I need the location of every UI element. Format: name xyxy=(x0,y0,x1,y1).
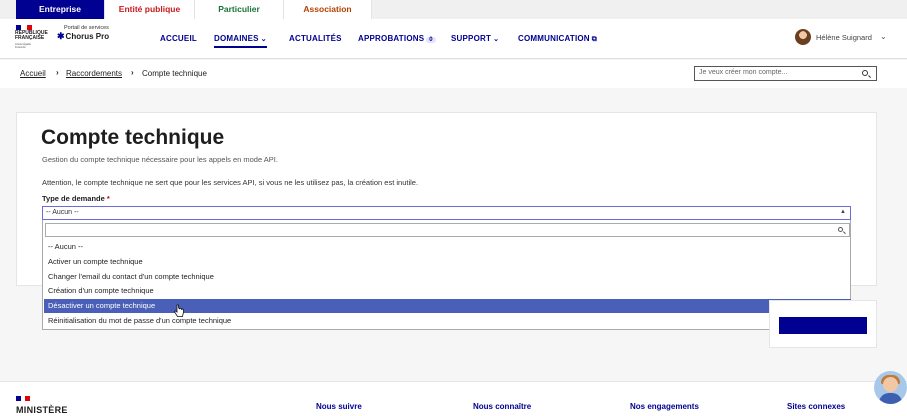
select-current-value: -- Aucun -- xyxy=(46,209,79,216)
footer-nous-suivre[interactable]: Nous suivre xyxy=(316,402,362,411)
nav-approbations-label: APPROBATIONS xyxy=(358,34,425,43)
hand-cursor-icon xyxy=(173,304,184,317)
caret-down-icon: ▲ xyxy=(840,209,846,215)
marianne-flag-icon xyxy=(16,396,31,401)
portal-name-text: Chorus Pro xyxy=(65,32,110,41)
ministry-logo-text: MINISTÈRE xyxy=(16,405,68,415)
nav-domaines-label: DOMAINES xyxy=(214,34,259,43)
page-subtitle: Gestion du compte technique nécessaire p… xyxy=(42,155,278,164)
dropdown-option[interactable]: Changer l'email du contact d'un compte t… xyxy=(44,270,851,284)
tab-entreprise[interactable]: Entreprise xyxy=(16,0,105,19)
required-mark: * xyxy=(106,194,110,203)
nav-approbations[interactable]: APPROBATIONS 0 xyxy=(358,34,436,43)
type-demande-select[interactable]: -- Aucun -- ▲ xyxy=(42,206,851,220)
nav-domaines[interactable]: DOMAINES ⌄ xyxy=(214,34,267,48)
breadcrumb-raccordements[interactable]: Raccordements xyxy=(66,69,122,78)
republique-motto: Liberté Égalité Fraternité xyxy=(15,43,31,49)
portal-name[interactable]: ✱Chorus Pro xyxy=(57,31,109,42)
audience-tabs: Entreprise Entité publique Particulier A… xyxy=(0,0,907,19)
dropdown-option[interactable]: Réinitialisation du mot de passe d'un co… xyxy=(44,314,851,328)
footer-nous-connaitre[interactable]: Nous connaître xyxy=(473,402,531,411)
submit-button[interactable] xyxy=(779,317,867,334)
warning-text: Attention, le compte technique ne sert q… xyxy=(42,178,419,187)
nav-communication-label: COMMUNICATION xyxy=(518,34,590,43)
search-input[interactable]: Je veux créer mon compte... xyxy=(694,66,877,81)
user-name[interactable]: Hélène Suignard xyxy=(816,33,872,42)
dropdown-option-highlighted[interactable]: Désactiver un compte technique xyxy=(44,299,851,313)
type-demande-label-text: Type de demande xyxy=(42,194,105,203)
chevron-right-icon: › xyxy=(131,68,134,77)
breadcrumb: Accueil › Raccordements › Compte techniq… xyxy=(0,60,907,88)
tab-association[interactable]: Association xyxy=(284,0,372,19)
republique-logo-text[interactable]: RÉPUBLIQUE FRANÇAISE xyxy=(15,31,48,41)
help-assistant-avatar[interactable] xyxy=(874,371,907,404)
breadcrumb-current: Compte technique xyxy=(142,69,207,78)
assistant-face xyxy=(883,377,898,392)
footer-sites-connexes[interactable]: Sites connexes xyxy=(787,402,845,411)
nav-support-label: SUPPORT xyxy=(451,34,492,43)
type-demande-dropdown: -- Aucun -- Activer un compte technique … xyxy=(42,220,851,330)
assistant-body xyxy=(879,393,902,404)
nav-communication[interactable]: COMMUNICATION ⧉ xyxy=(518,34,597,44)
approbations-count-badge: 0 xyxy=(426,37,436,43)
tab-entite-publique[interactable]: Entité publique xyxy=(105,0,195,19)
search-placeholder: Je veux créer mon compte... xyxy=(699,69,788,76)
page-title: Compte technique xyxy=(41,126,225,149)
chevron-down-icon[interactable]: ⌄ xyxy=(880,32,887,41)
site-footer: MINISTÈRE Nous suivre Nous connaître Nos… xyxy=(0,381,907,416)
search-icon[interactable] xyxy=(862,70,868,76)
type-demande-label: Type de demande * xyxy=(42,194,110,203)
nav-support[interactable]: SUPPORT ⌄ xyxy=(451,34,499,43)
search-icon xyxy=(838,227,843,232)
dropdown-search-input[interactable] xyxy=(45,223,850,237)
chevron-down-icon: ⌄ xyxy=(260,36,267,43)
chorus-star-icon: ✱ xyxy=(57,31,65,41)
nav-actualites[interactable]: ACTUALITÉS xyxy=(289,34,342,43)
breadcrumb-accueil[interactable]: Accueil xyxy=(20,69,46,78)
tab-particulier[interactable]: Particulier xyxy=(195,0,284,19)
dropdown-option[interactable]: Activer un compte technique xyxy=(44,255,851,269)
user-avatar[interactable] xyxy=(795,29,811,45)
external-link-icon: ⧉ xyxy=(591,36,597,43)
nav-accueil[interactable]: ACCUEIL xyxy=(160,34,197,43)
site-header: RÉPUBLIQUE FRANÇAISE Liberté Égalité Fra… xyxy=(0,19,907,59)
dropdown-option[interactable]: Création d'un compte technique xyxy=(44,284,851,298)
chevron-right-icon: › xyxy=(56,68,59,77)
footer-nos-engagements[interactable]: Nos engagements xyxy=(630,402,699,411)
chevron-down-icon: ⌄ xyxy=(493,36,500,43)
dropdown-option[interactable]: -- Aucun -- xyxy=(44,240,851,254)
